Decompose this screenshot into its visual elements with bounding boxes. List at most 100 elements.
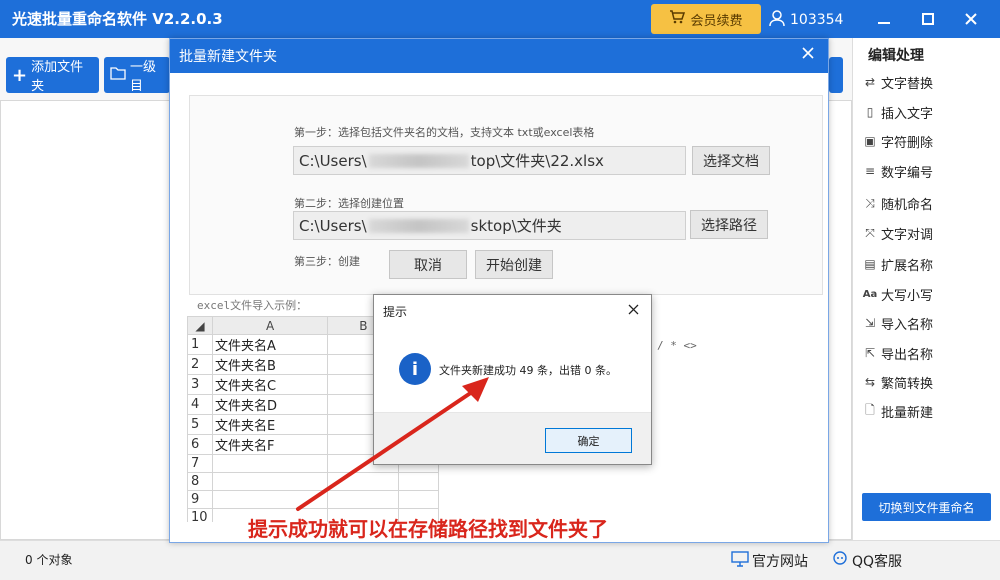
menu-item-label: 文字替换: [881, 76, 934, 92]
menu-item-label: 随机命名: [881, 197, 934, 213]
dialog-title: 批量新建文件夹: [179, 49, 277, 65]
close-icon: [802, 47, 814, 59]
menu-item-batch-new[interactable]: 🗋 批量新建: [863, 399, 933, 423]
menu-item-numbering[interactable]: ≡ 数字编号: [863, 159, 933, 183]
step3-label: 第三步：创建: [294, 255, 360, 268]
vip-renew-label: 会员续费: [690, 13, 743, 29]
batch-new-folder-dialog: 批量新建文件夹 第一步：选择包括文件夹名的文档，支持文本 txt或excel表格…: [169, 38, 829, 543]
user-id: 103354: [790, 12, 844, 28]
document-path-input[interactable]: C:\Users\ top\文件夹\22.xlsx: [293, 146, 686, 175]
maximize-button[interactable]: [915, 6, 941, 32]
table-row: 9: [187, 490, 439, 509]
cell-a: 文件夹名D: [211, 394, 329, 415]
import-icon: ⇲: [864, 316, 876, 330]
message-text: 文件夹新建成功 49 条，出错 0 条。: [439, 364, 617, 377]
user-icon: [768, 9, 786, 31]
menu-item-label: 插入文字: [881, 106, 934, 122]
cell-a: 文件夹名A: [211, 334, 329, 355]
official-site-label: 官方网站: [752, 554, 808, 570]
menu-item-import-name[interactable]: ⇲ 导入名称: [863, 311, 933, 335]
forbidden-chars-text: / * <>: [657, 339, 697, 352]
official-site-link[interactable]: 官方网站: [731, 551, 808, 571]
table-row: 8: [187, 472, 439, 491]
menu-item-label: 导入名称: [881, 317, 934, 333]
menu-item-convert[interactable]: ⇆ 繁简转换: [863, 370, 933, 394]
step1-label: 第一步：选择包括文件夹名的文档，支持文本 txt或excel表格: [294, 126, 595, 139]
chat-icon: [831, 551, 849, 571]
ok-button[interactable]: 确定: [545, 428, 632, 453]
cell-a: 文件夹名B: [211, 354, 329, 375]
close-icon: [965, 13, 977, 25]
excel-example-label: excel文件导入示例：: [197, 299, 308, 312]
case-icon: Aa: [862, 288, 878, 300]
qq-service-link[interactable]: QQ客服: [831, 551, 902, 571]
message-box-close-button[interactable]: [628, 301, 639, 319]
path-suffix: sktop\文件夹: [470, 217, 562, 235]
user-account[interactable]: 103354: [768, 9, 843, 31]
minimize-button[interactable]: [871, 6, 897, 32]
monitor-icon: [731, 551, 749, 571]
add-folder-label: 添加文件夹: [31, 60, 84, 94]
menu-item-label: 繁简转换: [881, 376, 934, 392]
replace-icon: ⇄: [864, 75, 876, 89]
menu-item-insert-text[interactable]: ▯ 插入文字: [863, 100, 933, 124]
toolbar-button-partial[interactable]: [829, 57, 843, 93]
level-one-label: 一级目: [130, 60, 157, 94]
success-message-box: 提示 i 文件夹新建成功 49 条，出错 0 条。 确定: [373, 294, 652, 465]
level-one-button[interactable]: 一级目: [104, 57, 170, 94]
menu-item-delete-char[interactable]: ▣ 字符删除: [863, 129, 933, 153]
object-count: 0 个对象: [25, 553, 73, 567]
edit-panel: 编辑处理 ⇄ 文字替换 ▯ 插入文字 ▣ 字符删除 ≡ 数字编号 ⤨ 随机命名 …: [852, 38, 1000, 540]
dialog-close-button[interactable]: [802, 44, 814, 63]
dialog-header: 批量新建文件夹: [170, 39, 828, 73]
choose-path-button[interactable]: 选择路径: [690, 210, 768, 239]
export-icon: ⇱: [864, 346, 876, 360]
menu-item-text-swap[interactable]: ⤧ 文字对调: [863, 221, 933, 245]
cell-a: 文件夹名F: [211, 434, 329, 455]
close-icon: [628, 304, 639, 315]
message-box-footer: 确定: [374, 412, 651, 464]
insert-text-icon: ▯: [866, 105, 874, 119]
menu-item-label: 字符删除: [881, 135, 934, 151]
status-bar: 0 个对象 官方网站 QQ客服: [0, 540, 1000, 580]
step2-label: 第二步：选择创建位置: [294, 197, 404, 210]
menu-item-label: 文字对调: [881, 227, 934, 243]
choose-document-button[interactable]: 选择文档: [692, 146, 770, 175]
menu-item-case[interactable]: Aa 大写小写: [863, 282, 933, 306]
redacted-blur: [368, 153, 469, 168]
start-create-button[interactable]: 开始创建: [475, 250, 553, 279]
vip-renew-button[interactable]: 会员续费: [651, 4, 761, 34]
menu-item-export-name[interactable]: ⇱ 导出名称: [863, 341, 933, 365]
extension-icon: ▤: [864, 257, 876, 271]
edit-panel-title: 编辑处理: [868, 48, 924, 64]
delete-char-icon: ▣: [864, 134, 876, 148]
title-bar: 光速批量重命名软件 V2.2.0.3 会员续费 103354: [0, 0, 1000, 38]
path-prefix: C:\Users\: [299, 151, 367, 170]
redacted-blur: [368, 218, 469, 233]
add-folder-button[interactable]: + 添加文件夹: [6, 57, 99, 94]
menu-item-label: 数字编号: [881, 165, 934, 181]
cart-icon: [669, 10, 686, 28]
qq-service-label: QQ客服: [852, 554, 903, 570]
message-box-title: 提示: [383, 305, 408, 319]
app-title: 光速批量重命名软件 V2.2.0.3: [12, 10, 223, 28]
menu-item-label: 扩展名称: [881, 258, 934, 274]
info-icon: i: [399, 353, 431, 385]
target-path-input[interactable]: C:\Users\ sktop\文件夹: [293, 211, 686, 240]
minimize-icon: [878, 22, 890, 24]
convert-icon: ⇆: [864, 375, 876, 389]
swap-icon: ⤧: [865, 225, 875, 240]
close-window-button[interactable]: [958, 6, 984, 32]
plus-icon: +: [12, 64, 28, 86]
menu-item-text-replace[interactable]: ⇄ 文字替换: [863, 70, 933, 94]
cell-a: 文件夹名E: [211, 414, 329, 435]
folder-icon: [110, 66, 126, 84]
cancel-button[interactable]: 取消: [389, 250, 467, 279]
path-prefix: C:\Users\: [299, 216, 367, 235]
cell-a: 文件夹名C: [211, 374, 329, 395]
menu-item-random-name[interactable]: ⤨ 随机命名: [863, 191, 933, 215]
shuffle-icon: ⤨: [865, 195, 875, 210]
menu-item-extension[interactable]: ▤ 扩展名称: [863, 252, 933, 276]
maximize-icon: [922, 13, 934, 25]
switch-to-file-rename-button[interactable]: 切换到文件重命名: [862, 493, 991, 521]
